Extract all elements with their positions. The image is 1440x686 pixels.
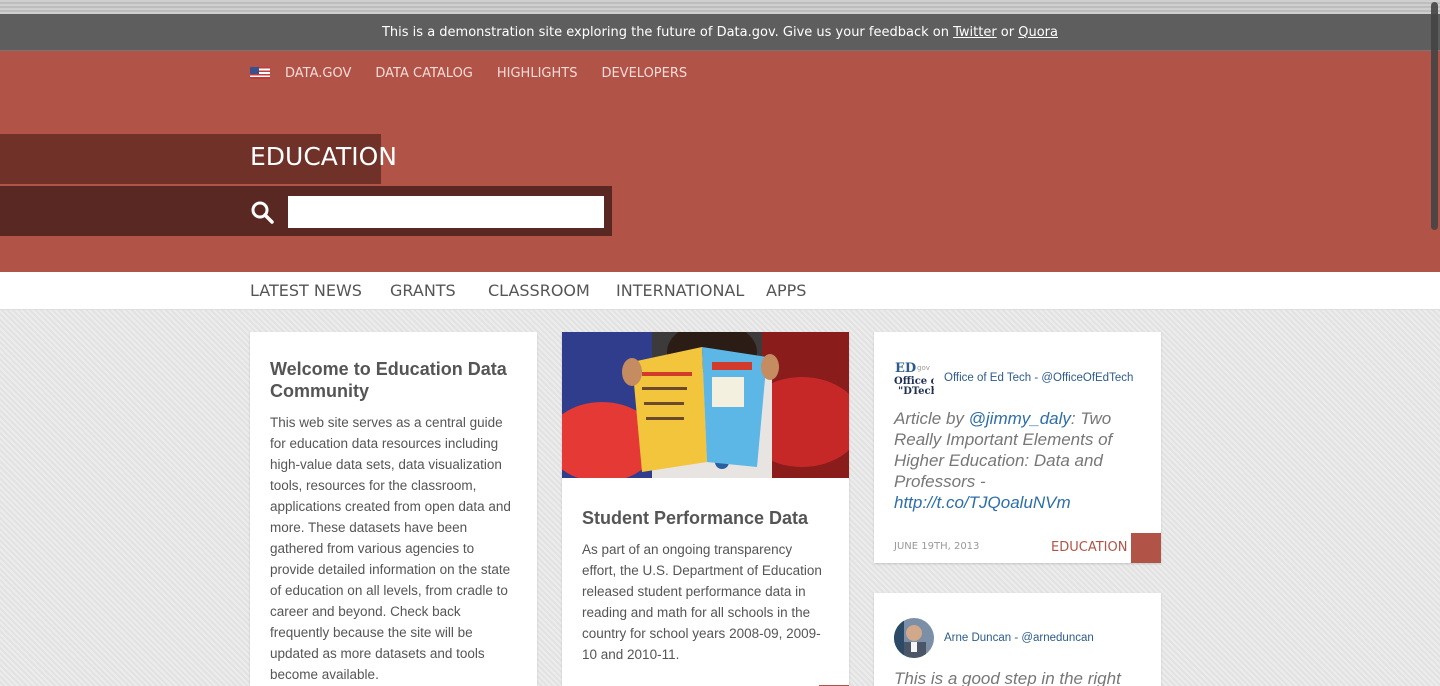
page-title: EDUCATION xyxy=(250,142,397,171)
hero-header: DATA.GOV DATA CATALOG HIGHLIGHTS DEVELOP… xyxy=(0,51,1440,272)
arne-duncan-avatar[interactable] xyxy=(894,618,934,658)
search-input[interactable] xyxy=(288,196,604,228)
twitter-link[interactable]: Twitter xyxy=(953,25,997,40)
child-reading-photo[interactable] xyxy=(562,332,849,478)
nav-item-highlights[interactable]: HIGHLIGHTS xyxy=(497,66,578,81)
section-nav: LATEST NEWS GRANTS CLASSROOM INTERNATION… xyxy=(0,272,1440,310)
page-title-bar: EDUCATION xyxy=(0,134,397,184)
tweet-card: ED gov Office of "DTech Office of Ed Tec… xyxy=(874,332,1161,563)
category-swatch[interactable] xyxy=(1131,533,1161,563)
scrollbar-thumb[interactable] xyxy=(1431,2,1438,230)
tab-grants[interactable]: GRANTS xyxy=(390,281,456,300)
tweet-date: June 19th, 2013 xyxy=(894,541,980,552)
svg-text:ED: ED xyxy=(895,361,916,376)
welcome-card-body: This web site serves as a central guide … xyxy=(270,415,511,682)
tweet-mention-link[interactable]: @jimmy_daly xyxy=(969,409,1071,428)
demo-banner-text: This is a demonstration site exploring t… xyxy=(381,25,954,40)
tweet-category-label[interactable]: EDUCATION xyxy=(1051,540,1127,555)
us-flag-icon xyxy=(250,67,270,79)
svg-text:"DTech: "DTech xyxy=(898,386,934,396)
tweet-handle[interactable]: Office of Ed Tech - @OfficeOfEdTech xyxy=(944,372,1133,384)
top-texture-strip xyxy=(0,0,1440,14)
performance-card-body: As part of an ongoing transparency effor… xyxy=(582,542,822,662)
tweet-url-link[interactable]: http://t.co/TJQoaluNVm xyxy=(894,493,1071,512)
nav-item-data-catalog[interactable]: DATA CATALOG xyxy=(375,66,473,81)
tweet-text: This is a good step in the right xyxy=(894,669,1121,686)
demo-banner: This is a demonstration site exploring t… xyxy=(0,14,1440,51)
tweet-card-2: Arne Duncan - @arneduncan This is a good… xyxy=(874,593,1161,686)
tab-classroom[interactable]: CLASSROOM xyxy=(488,281,590,300)
tweet-header: Arne Duncan - @arneduncan xyxy=(894,618,1094,658)
top-nav: DATA.GOV DATA CATALOG HIGHLIGHTS DEVELOP… xyxy=(250,63,711,83)
tweet-handle[interactable]: Arne Duncan - @arneduncan xyxy=(944,632,1094,644)
svg-text:gov: gov xyxy=(917,364,930,372)
search-icon[interactable] xyxy=(250,200,274,224)
tab-latest-news[interactable]: LATEST NEWS xyxy=(250,281,362,300)
banner-or-text: or xyxy=(996,25,1019,40)
welcome-card: Welcome to Education Data Community This… xyxy=(250,332,537,686)
search-bar xyxy=(0,186,612,236)
nav-item-datagov[interactable]: DATA.GOV xyxy=(285,66,351,81)
page-scrollbar[interactable] xyxy=(1430,0,1440,686)
tweet-text-prefix: Article by xyxy=(894,409,969,428)
nav-item-developers[interactable]: DEVELOPERS xyxy=(601,66,687,81)
office-of-ed-tech-avatar[interactable]: ED gov Office of "DTech xyxy=(894,360,942,397)
tweet-header: ED gov Office of "DTech Office of Ed Tec… xyxy=(894,360,1133,397)
tab-apps[interactable]: APPS xyxy=(766,281,806,300)
tweet-text: Article by @jimmy_daly: Two Really Impor… xyxy=(894,408,1134,513)
performance-card[interactable]: Student Performance Data As part of an o… xyxy=(562,332,849,686)
quora-link[interactable]: Quora xyxy=(1018,25,1058,40)
performance-card-title[interactable]: Student Performance Data xyxy=(582,507,829,529)
welcome-card-title: Welcome to Education Data Community xyxy=(270,359,507,401)
tab-international[interactable]: INTERNATIONAL xyxy=(616,281,744,300)
